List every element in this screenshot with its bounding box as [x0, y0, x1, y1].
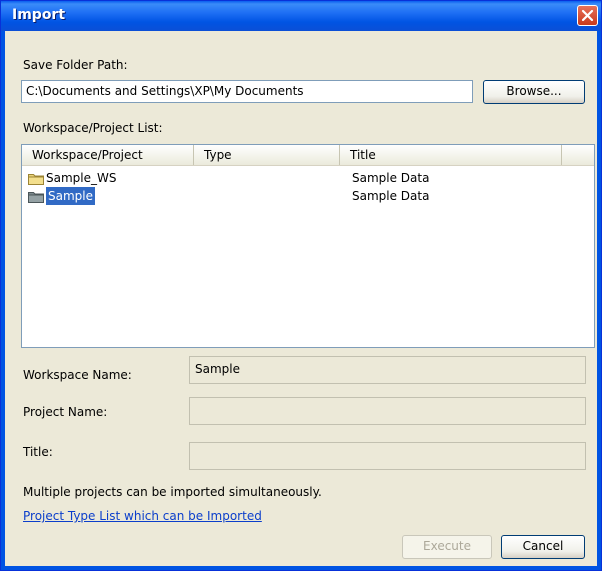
save-folder-label: Save Folder Path: [23, 58, 128, 72]
project-name-field [189, 397, 586, 425]
info-text: Multiple projects can be imported simult… [23, 485, 322, 499]
close-button[interactable] [577, 5, 598, 26]
window-title: Import [12, 7, 66, 23]
row-title: Sample Data [352, 189, 430, 203]
column-header-title[interactable]: Title [340, 145, 562, 165]
list-item[interactable]: Sample Sample Data [24, 187, 584, 205]
execute-button[interactable]: Execute [402, 535, 492, 559]
column-header-workspace-project[interactable]: Workspace/Project [22, 145, 194, 165]
title-bar[interactable]: Import [1, 1, 601, 31]
close-icon [581, 9, 594, 22]
folder-icon [28, 174, 44, 185]
title-label: Title: [23, 445, 53, 459]
workspace-project-list[interactable]: Workspace/Project Type Title Sample_WS S… [21, 144, 595, 348]
list-item[interactable]: Sample_WS Sample Data [24, 169, 584, 187]
workspace-project-list-label: Workspace/Project List: [23, 121, 163, 135]
import-dialog: Import Save Folder Path: C:\Documents an… [0, 0, 602, 571]
dialog-body: Save Folder Path: C:\Documents and Setti… [5, 31, 597, 566]
list-header: Workspace/Project Type Title [22, 145, 594, 166]
row-title: Sample Data [352, 171, 430, 185]
browse-button[interactable]: Browse... [483, 80, 585, 104]
project-name-label: Project Name: [23, 405, 108, 419]
save-folder-path-input[interactable]: C:\Documents and Settings\XP\My Document… [21, 80, 473, 103]
workspace-name-label: Workspace Name: [23, 368, 132, 382]
title-field [189, 442, 586, 470]
column-header-type[interactable]: Type [194, 145, 340, 165]
workspace-name-field: Sample [189, 356, 586, 384]
project-type-list-link[interactable]: Project Type List which can be Imported [23, 509, 262, 523]
row-name: Sample_WS [46, 171, 117, 185]
cancel-button[interactable]: Cancel [501, 535, 585, 559]
folder-icon [28, 192, 44, 203]
row-name: Sample [46, 187, 95, 205]
